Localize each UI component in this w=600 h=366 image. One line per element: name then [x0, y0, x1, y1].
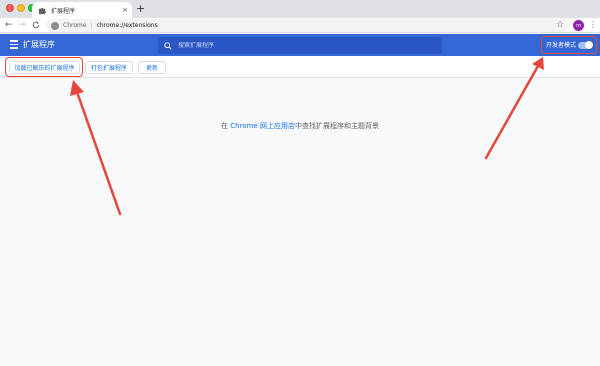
pack-extension-button[interactable]: 打包扩展程序 — [85, 61, 133, 74]
omnibox-url: chrome://extensions — [96, 22, 158, 29]
search-input[interactable] — [178, 42, 418, 49]
reload-icon[interactable] — [32, 21, 40, 29]
empty-suffix: 中查找扩展程序和主题背景 — [294, 122, 379, 130]
forward-icon[interactable]: → — [18, 19, 26, 31]
search-box[interactable] — [158, 37, 442, 54]
extensions-main: 在 Chrome 网上应用店中查找扩展程序和主题背景 — [0, 78, 600, 366]
omnibox-chrome-label: Chrome — [63, 22, 87, 29]
empty-prefix: 在 — [221, 122, 231, 130]
puzzle-icon — [38, 7, 47, 14]
close-window-button[interactable] — [6, 4, 14, 12]
tab-extensions[interactable]: 扩展程序 × — [32, 2, 132, 18]
tab-close-icon[interactable]: × — [122, 5, 128, 15]
new-tab-button[interactable]: + — [136, 3, 145, 15]
menu-icon[interactable] — [10, 40, 18, 49]
back-icon[interactable]: ← — [5, 19, 13, 31]
load-unpacked-highlight — [5, 57, 83, 77]
action-bar: 加载已解压的扩展程序 打包扩展程序 更新 — [0, 56, 600, 78]
developer-mode-highlight — [541, 36, 597, 54]
browser-toolbar: ← → Chrome | chrome://extensions ☆ m ⋮ — [0, 18, 600, 33]
tab-strip: 扩展程序 × + — [0, 0, 600, 18]
minimize-window-button[interactable] — [17, 4, 25, 12]
address-bar[interactable]: Chrome | chrome://extensions — [46, 19, 568, 32]
page-title: 扩展程序 — [23, 40, 55, 49]
omnibox-separator: | — [90, 22, 93, 29]
tab-title: 扩展程序 — [51, 7, 76, 15]
update-button[interactable]: 更新 — [138, 61, 166, 74]
search-icon — [164, 41, 172, 50]
profile-avatar[interactable]: m — [573, 20, 584, 31]
empty-state-message: 在 Chrome 网上应用店中查找扩展程序和主题背景 — [0, 121, 600, 131]
browser-menu-icon[interactable]: ⋮ — [589, 19, 597, 31]
extensions-header: 扩展程序 — [0, 34, 600, 56]
site-info-icon[interactable] — [51, 21, 59, 30]
bookmark-star-icon[interactable]: ☆ — [556, 18, 564, 32]
webstore-link[interactable]: Chrome 网上应用店 — [230, 122, 295, 130]
chrome-window: 扩展程序 × + ← → Chrome | chrome://extension… — [0, 0, 600, 366]
